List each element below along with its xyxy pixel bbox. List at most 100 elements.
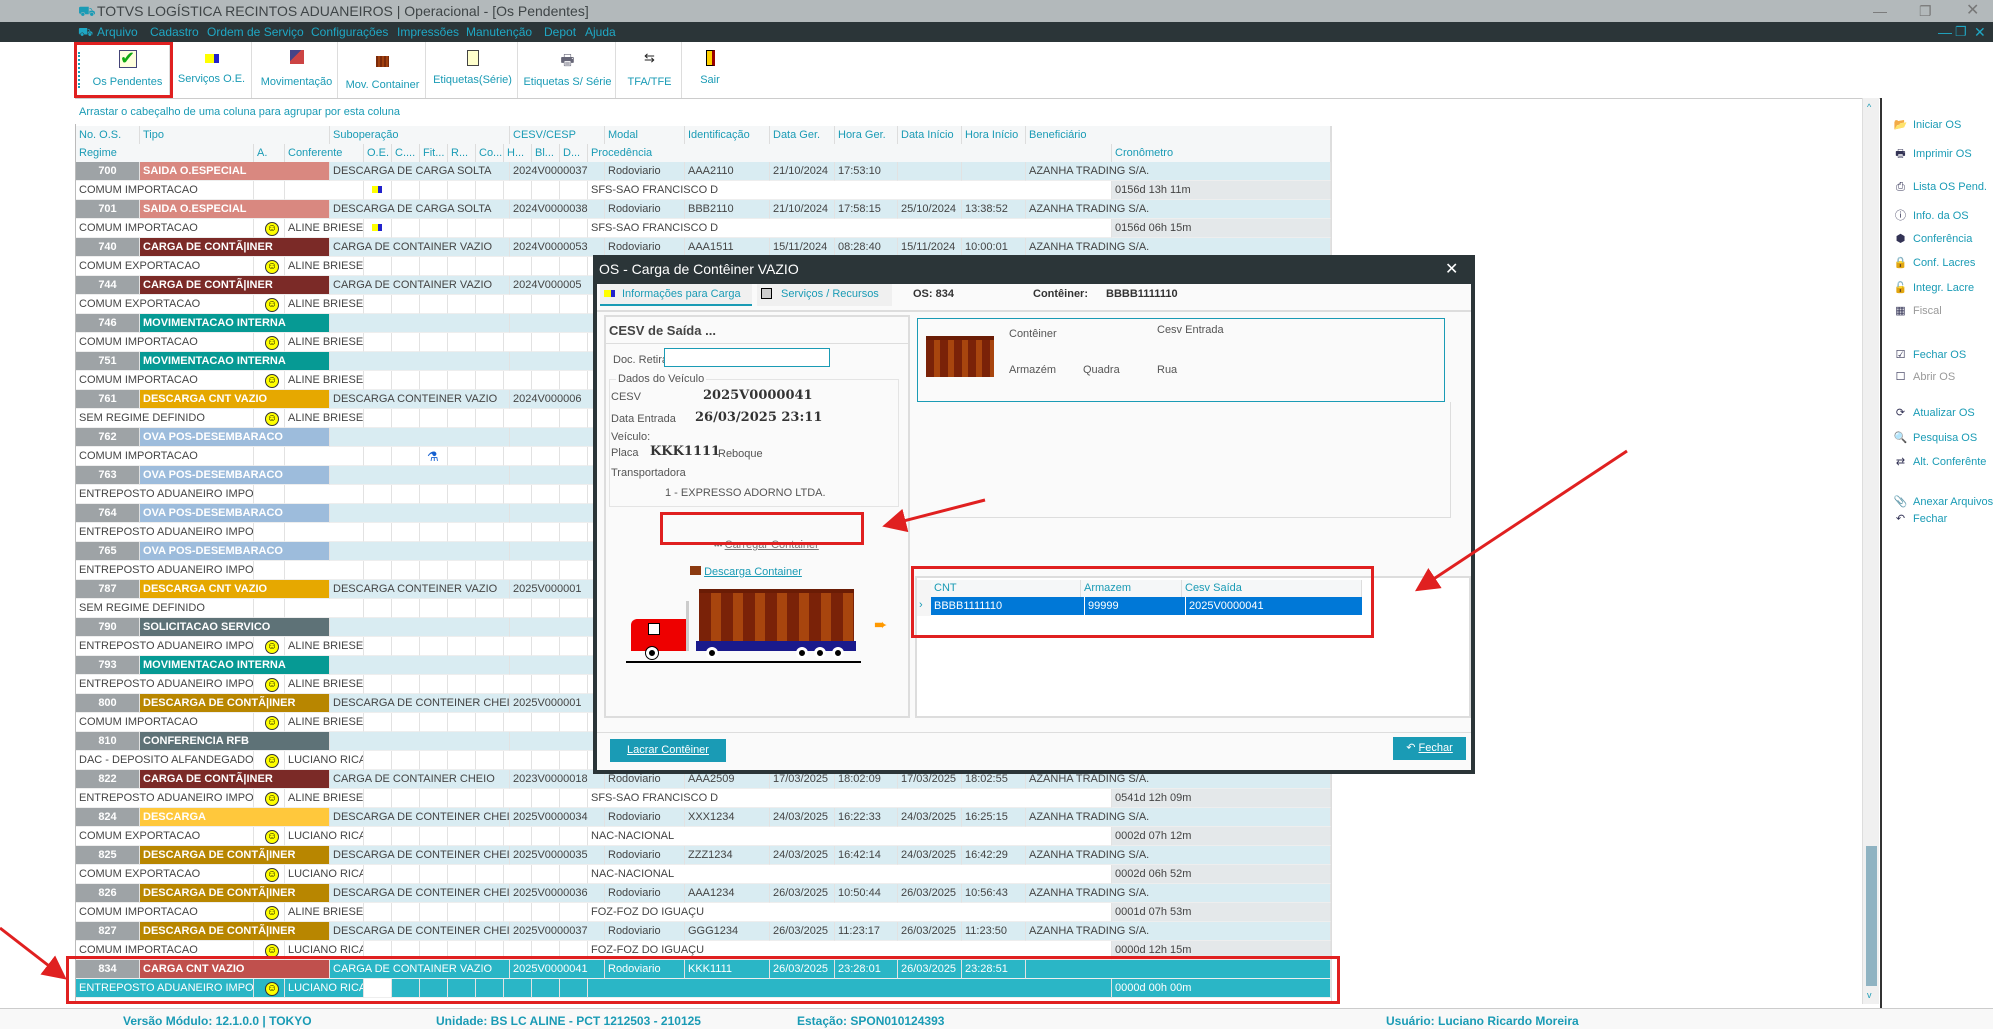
- row-700-crono[interactable]: 0156d 13h 11m: [1112, 181, 1331, 200]
- row-751-c[interactable]: [392, 371, 420, 390]
- row-740-regime[interactable]: COMUM EXPORTACAO: [76, 257, 254, 276]
- row-824-subop[interactable]: DESCARGA DE CONTEINER CHEIO: [330, 808, 510, 827]
- row-810-a[interactable]: ☺: [254, 751, 285, 770]
- row-740-r[interactable]: [448, 257, 476, 276]
- row-761-regime[interactable]: SEM REGIME DEFINIDO: [76, 409, 254, 428]
- row-824-crono[interactable]: 0002d 07h 12m: [1112, 827, 1331, 846]
- row-800-c[interactable]: [392, 713, 420, 732]
- row-740-subop[interactable]: CARGA DE CONTAINER VAZIO: [330, 238, 510, 257]
- row-825-tipo[interactable]: DESCARGA DE CONTÃ|INER: [140, 846, 330, 865]
- sidebar-integr-lacre[interactable]: 🔓 Integr. Lacre: [1893, 281, 1975, 294]
- row-824-c[interactable]: [392, 827, 420, 846]
- row-826-oe[interactable]: [364, 903, 392, 922]
- row-751-co[interactable]: [476, 371, 504, 390]
- row-790-fit[interactable]: [420, 637, 448, 656]
- row-700-benef[interactable]: AZANHA TRADING S/A.: [1026, 162, 1331, 181]
- row-744-conf[interactable]: ALINE BRIESEI: [285, 295, 364, 314]
- row-810-regime[interactable]: DAC - DEPOSITO ALFANDEGADO: [76, 751, 254, 770]
- row-744-os[interactable]: 744: [76, 276, 140, 295]
- row-790-r[interactable]: [448, 637, 476, 656]
- row-826-data-ini[interactable]: 26/03/2025: [898, 884, 962, 903]
- row-701-benef[interactable]: AZANHA TRADING S/A.: [1026, 200, 1331, 219]
- dialog-close-icon[interactable]: ✕: [1445, 259, 1458, 279]
- row-763-r[interactable]: [448, 485, 476, 504]
- column-header-conf[interactable]: Conferente: [285, 144, 364, 162]
- row-700-subop[interactable]: DESCARGA DE CARGA SOLTA: [330, 162, 510, 181]
- close-icon[interactable]: ✕: [1966, 0, 1979, 22]
- row-793-d[interactable]: [560, 675, 588, 694]
- row-825-bl[interactable]: [532, 865, 560, 884]
- row-763-co[interactable]: [476, 485, 504, 504]
- row-825-conf[interactable]: LUCIANO RICA: [285, 865, 364, 884]
- row-764-bl[interactable]: [532, 523, 560, 542]
- row-761-os[interactable]: 761: [76, 390, 140, 409]
- row-700-co[interactable]: [476, 181, 504, 200]
- row-793-r[interactable]: [448, 675, 476, 694]
- row-761-c[interactable]: [392, 409, 420, 428]
- row-701-h[interactable]: [504, 219, 532, 238]
- row-764-conf[interactable]: [285, 523, 364, 542]
- row-825-data-ger[interactable]: 24/03/2025: [770, 846, 835, 865]
- row-746-h[interactable]: [504, 333, 532, 352]
- row-764-os[interactable]: 764: [76, 504, 140, 523]
- row-751-h[interactable]: [504, 371, 532, 390]
- row-810-oe[interactable]: [364, 751, 392, 770]
- row-744-r[interactable]: [448, 295, 476, 314]
- row-787-h[interactable]: [504, 599, 532, 618]
- row-790-os[interactable]: 790: [76, 618, 140, 637]
- row-824-a[interactable]: ☺: [254, 827, 285, 846]
- row-822-fit[interactable]: [420, 789, 448, 808]
- row-746-a[interactable]: ☺: [254, 333, 285, 352]
- row-765-d[interactable]: [560, 561, 588, 580]
- row-824-data-ini[interactable]: 24/03/2025: [898, 808, 962, 827]
- row-744-d[interactable]: [560, 295, 588, 314]
- row-810-subop[interactable]: [330, 732, 510, 751]
- column-header-os[interactable]: No. O.S.: [76, 126, 140, 144]
- row-822-tipo[interactable]: CARGA DE CONTÃ|INER: [140, 770, 330, 789]
- row-793-fit[interactable]: [420, 675, 448, 694]
- doc-retirada-input[interactable]: [664, 348, 830, 367]
- row-787-r[interactable]: [448, 599, 476, 618]
- etiquetas-serie-button[interactable]: Etiquetas(Série): [428, 42, 518, 98]
- row-825-d[interactable]: [560, 865, 588, 884]
- row-810-os[interactable]: 810: [76, 732, 140, 751]
- row-825-co[interactable]: [476, 865, 504, 884]
- row-826-regime[interactable]: COMUM IMPORTACAO: [76, 903, 254, 922]
- row-700-c[interactable]: [392, 181, 420, 200]
- row-762-a[interactable]: [254, 447, 285, 466]
- column-header-data_ini[interactable]: Data Início: [898, 126, 962, 144]
- row-746-d[interactable]: [560, 333, 588, 352]
- sidebar-anexar-arquivos[interactable]: 📎 Anexar Arquivos: [1893, 495, 1993, 508]
- row-701-a[interactable]: ☺: [254, 219, 285, 238]
- row-763-a[interactable]: [254, 485, 285, 504]
- row-744-cesv[interactable]: 2024V000005: [510, 276, 605, 295]
- sidebar-atualizar-os[interactable]: ⟳ Atualizar OS: [1893, 406, 1975, 419]
- row-765-tipo[interactable]: OVA POS-DESEMBARACO: [140, 542, 330, 561]
- row-826-cesv[interactable]: 2025V0000036: [510, 884, 605, 903]
- row-825-oe[interactable]: [364, 865, 392, 884]
- menu-ordem-servico[interactable]: Ordem de Serviço: [207, 22, 304, 42]
- column-header-oe[interactable]: O.E.: [364, 144, 392, 162]
- row-824-benef[interactable]: AZANHA TRADING S/A.: [1026, 808, 1331, 827]
- row-763-oe[interactable]: [364, 485, 392, 504]
- row-822-a[interactable]: ☺: [254, 789, 285, 808]
- column-header-ident[interactable]: Identificação: [685, 126, 770, 144]
- sidebar-imprimir-os[interactable]: 🖶 Imprimir OS: [1893, 145, 1971, 164]
- row-800-a[interactable]: ☺: [254, 713, 285, 732]
- row-790-conf[interactable]: ALINE BRIESEI: [285, 637, 364, 656]
- row-825-h[interactable]: [504, 865, 532, 884]
- row-701-conf[interactable]: ALINE BRIESEI: [285, 219, 364, 238]
- row-827-tipo[interactable]: DESCARGA DE CONTÃ|INER: [140, 922, 330, 941]
- row-825-cesv[interactable]: 2025V0000035: [510, 846, 605, 865]
- row-740-c[interactable]: [392, 257, 420, 276]
- row-746-oe[interactable]: [364, 333, 392, 352]
- row-790-d[interactable]: [560, 637, 588, 656]
- row-793-oe[interactable]: [364, 675, 392, 694]
- row-765-subop[interactable]: [330, 542, 510, 561]
- row-761-conf[interactable]: ALINE BRIESEI: [285, 409, 364, 428]
- row-700-proc[interactable]: SFS-SAO FRANCISCO D: [588, 181, 1112, 200]
- row-826-benef[interactable]: AZANHA TRADING S/A.: [1026, 884, 1331, 903]
- row-751-conf[interactable]: ALINE BRIESEI: [285, 371, 364, 390]
- row-800-os[interactable]: 800: [76, 694, 140, 713]
- row-800-subop[interactable]: DESCARGA DE CONTEINER CHEIO: [330, 694, 510, 713]
